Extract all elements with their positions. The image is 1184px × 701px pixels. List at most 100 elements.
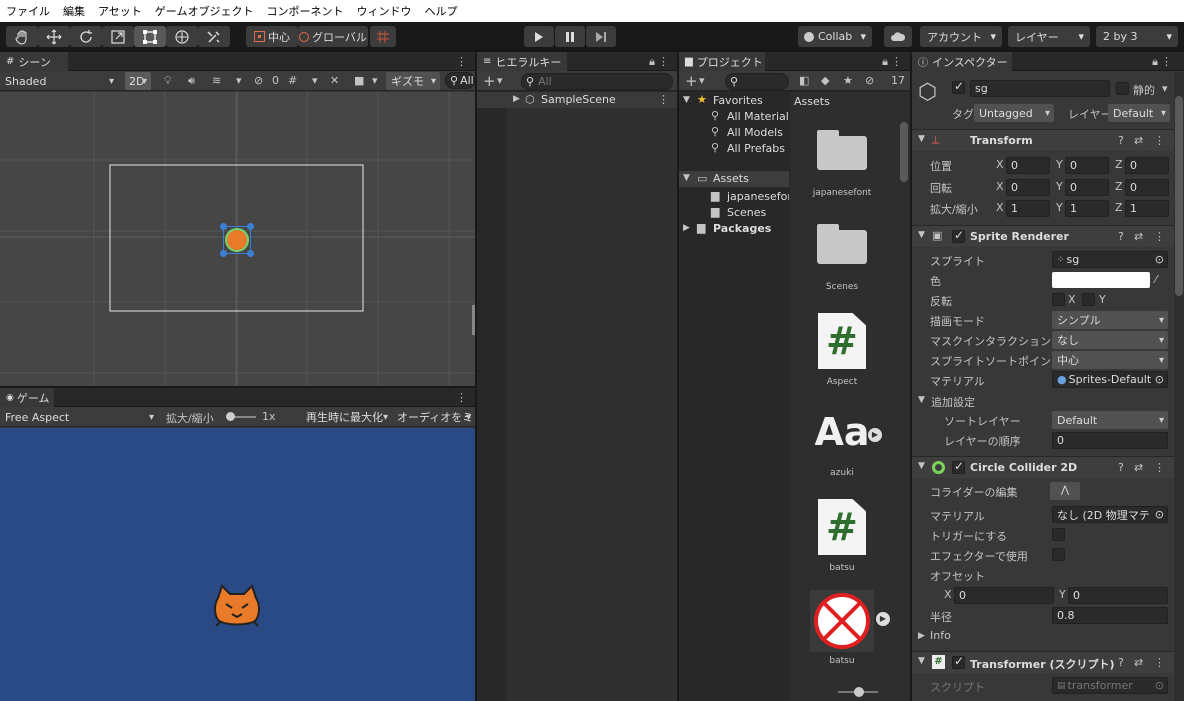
pivot-toggle[interactable]: 中心: [246, 26, 298, 47]
eyedropper-icon[interactable]: ⁄: [1155, 273, 1157, 286]
material-field[interactable]: ● Sprites-Default ⊙: [1052, 371, 1168, 388]
asset-item[interactable]: Aa ▶ azuki: [800, 410, 884, 478]
play-button[interactable]: [524, 26, 554, 47]
maximize-on-play-toggle[interactable]: 再生時に最大化: [303, 408, 392, 426]
tree-item[interactable]: All Models: [727, 126, 783, 139]
chevron-down-icon[interactable]: ▾: [236, 74, 242, 87]
menu-component[interactable]: コンポーネント: [266, 3, 343, 19]
circle-collider-header[interactable]: ▼ Circle Collider 2D ? ⇄ ⋮: [912, 456, 1174, 478]
menu-file[interactable]: ファイル: [6, 3, 50, 19]
tree-favorites[interactable]: Favorites: [713, 94, 763, 107]
audio-icon[interactable]: 🔊︎: [188, 74, 195, 88]
sprite-renderer-header[interactable]: ▼ ▣ Sprite Renderer ? ⇄ ⋮: [912, 225, 1174, 247]
chevron-right-icon[interactable]: ▶: [918, 631, 925, 641]
camera-icon[interactable]: ■: [354, 74, 364, 87]
chevron-down-icon[interactable]: ▼: [918, 230, 925, 240]
chevron-down-icon[interactable]: ▾: [699, 74, 705, 87]
flip-y-checkbox[interactable]: [1082, 293, 1095, 306]
chevron-right-icon[interactable]: ▶: [513, 94, 520, 104]
gizmos-dropdown[interactable]: ギズモ: [386, 72, 440, 90]
scrollbar-thumb[interactable]: [900, 122, 908, 182]
radius-field[interactable]: 0.8: [1052, 607, 1168, 624]
sprite-field[interactable]: ⁘ sg ⊙: [1052, 251, 1168, 268]
lock-icon[interactable]: 🔒︎: [882, 55, 888, 69]
asset-item[interactable]: # Aspect: [800, 313, 884, 387]
menu-edit[interactable]: 編集: [63, 3, 85, 19]
chevron-down-icon[interactable]: ▼: [918, 134, 925, 144]
mode-2d-toggle[interactable]: 2D: [125, 72, 151, 90]
chevron-down-icon[interactable]: ▾: [497, 74, 503, 87]
additional-settings-label[interactable]: 追加設定: [931, 394, 975, 410]
rotation-y-field[interactable]: 0: [1065, 179, 1109, 196]
chevron-down-icon[interactable]: ▾: [312, 74, 318, 87]
offset-y-field[interactable]: 0: [1068, 587, 1168, 604]
offset-x-field[interactable]: 0: [954, 587, 1054, 604]
rotate-tool-icon[interactable]: [70, 26, 102, 47]
color-swatch[interactable]: [1052, 272, 1150, 288]
rect-tool-icon[interactable]: [134, 26, 166, 47]
filter-type-icon[interactable]: ◧: [799, 74, 809, 87]
custom-tool-icon[interactable]: [198, 26, 230, 47]
rect-handle[interactable]: [247, 250, 254, 257]
sorting-layer-dropdown[interactable]: Default: [1052, 411, 1168, 429]
draw-mode-dropdown[interactable]: シンプル: [1052, 311, 1168, 329]
filter-label-icon[interactable]: ◆: [821, 74, 829, 87]
project-search-input[interactable]: ⚲: [725, 73, 789, 90]
game-viewport[interactable]: [0, 428, 475, 701]
account-dropdown[interactable]: アカウント ▾: [920, 26, 1002, 47]
preset-icon[interactable]: ⇄: [1134, 461, 1143, 474]
chevron-down-icon[interactable]: ▼: [683, 173, 690, 183]
cloud-icon[interactable]: [884, 26, 912, 47]
hidden-packages-icon[interactable]: ⊘: [865, 74, 874, 87]
grid-toggle-icon[interactable]: #: [288, 74, 297, 87]
transform-header[interactable]: ▼ ⟂ Transform ? ⇄ ⋮: [912, 129, 1174, 151]
snap-grid-icon[interactable]: [370, 26, 396, 47]
preset-icon[interactable]: ⇄: [1134, 134, 1143, 147]
help-icon[interactable]: ?: [1118, 134, 1124, 147]
asset-item[interactable]: Scenes: [800, 224, 884, 292]
tab-inspector[interactable]: ⓘ インスペクター: [912, 52, 1012, 71]
mask-interaction-dropdown[interactable]: なし: [1052, 331, 1168, 349]
tab-game[interactable]: ◉ ゲーム: [0, 388, 54, 407]
move-tool-icon[interactable]: [38, 26, 70, 47]
object-picker-icon[interactable]: ⊙: [1154, 373, 1164, 386]
order-in-layer-field[interactable]: 0: [1052, 432, 1168, 449]
menu-help[interactable]: ヘルプ: [424, 3, 457, 19]
breadcrumb[interactable]: Assets: [794, 95, 830, 108]
rect-handle[interactable]: [220, 223, 227, 230]
aspect-dropdown[interactable]: Free Aspect: [0, 408, 158, 426]
layers-dropdown[interactable]: レイヤー ▾: [1008, 26, 1090, 47]
transformer-script-header[interactable]: ▼ # Transformer (スクリプト) ? ⇄ ⋮: [912, 651, 1174, 673]
space-toggle[interactable]: グローバル: [298, 26, 368, 47]
object-name-field[interactable]: sg: [970, 80, 1110, 97]
position-y-field[interactable]: 0: [1065, 157, 1109, 174]
effects-icon[interactable]: ≋: [212, 74, 221, 87]
menu-assets[interactable]: アセット: [98, 3, 142, 19]
selected-sprite[interactable]: [220, 223, 254, 257]
mute-audio-toggle[interactable]: オーディオをミュート: [394, 408, 475, 426]
tab-project[interactable]: ▆ プロジェクト: [679, 52, 765, 71]
tree-item[interactable]: japanesefon: [727, 190, 789, 203]
sprite-renderer-enabled-checkbox[interactable]: [952, 228, 965, 243]
scale-tool-icon[interactable]: [102, 26, 134, 47]
step-button[interactable]: [586, 26, 616, 47]
rotation-x-field[interactable]: 0: [1006, 179, 1050, 196]
position-x-field[interactable]: 0: [1006, 157, 1050, 174]
circle-collider-enabled-checkbox[interactable]: [952, 459, 965, 474]
more-menu-icon[interactable]: ⋮: [1154, 656, 1165, 669]
sort-point-dropdown[interactable]: 中心: [1052, 351, 1168, 369]
scrollbar-thumb[interactable]: [1175, 96, 1183, 296]
layout-dropdown[interactable]: 2 by 3 ▾: [1096, 26, 1178, 47]
rect-handle[interactable]: [247, 223, 254, 230]
chevron-down-icon[interactable]: ▼: [683, 95, 690, 105]
tools-icon[interactable]: ✕: [330, 74, 339, 87]
menu-gameobject[interactable]: ゲームオブジェクト: [155, 3, 254, 19]
physics-material-field[interactable]: なし (2D 物理マテリアル)⊙: [1052, 506, 1168, 523]
chevron-down-icon[interactable]: ▼: [918, 461, 925, 471]
menu-window[interactable]: ウィンドウ: [356, 3, 411, 19]
collab-dropdown[interactable]: Collab ▾: [798, 26, 872, 47]
more-menu-icon[interactable]: ⋮: [456, 391, 467, 404]
tree-packages[interactable]: Packages: [713, 222, 771, 235]
layer-dropdown[interactable]: Default: [1108, 104, 1170, 122]
list-item[interactable]: ▶ ⬡ SampleScene ⋮: [477, 92, 677, 108]
